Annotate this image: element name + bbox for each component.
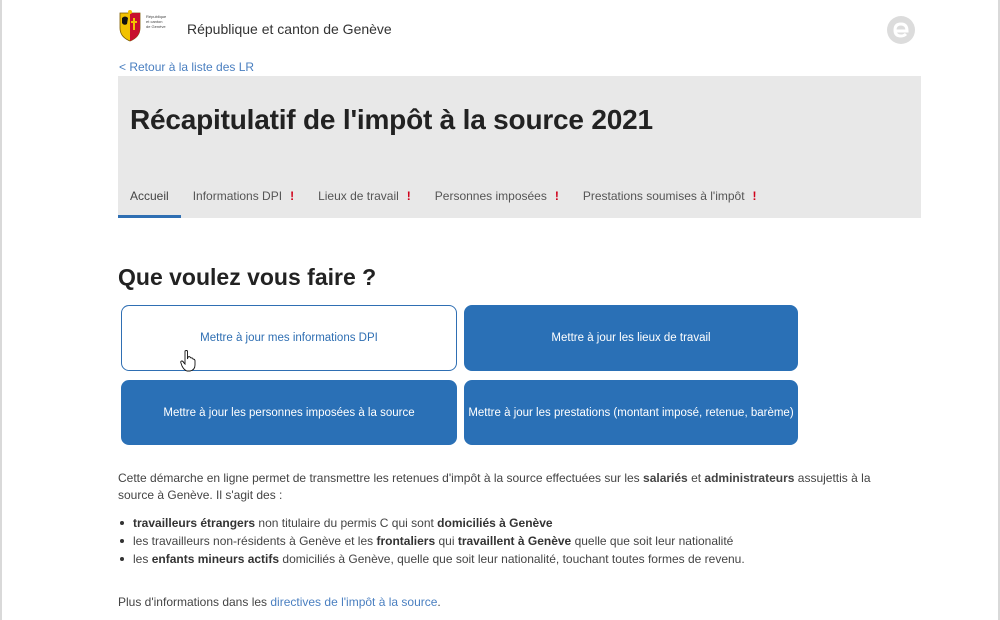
tab-informations-dpi[interactable]: Informations DPI! bbox=[181, 180, 306, 218]
geneva-crest-icon[interactable] bbox=[118, 10, 142, 42]
site-header: République et canton de Genève Républiqu… bbox=[118, 8, 923, 56]
warning-icon: ! bbox=[406, 189, 411, 203]
warning-icon: ! bbox=[290, 189, 295, 203]
list-item: les travailleurs non-résidents à Genève … bbox=[118, 532, 908, 550]
tab-label: Prestations soumises à l'impôt bbox=[582, 189, 745, 203]
tab-lieux-de-travail[interactable]: Lieux de travail! bbox=[306, 180, 423, 218]
update-taxed-persons-button[interactable]: Mettre à jour les personnes imposées à l… bbox=[121, 380, 457, 445]
directives-link[interactable]: directives de l'impôt à la source bbox=[270, 595, 437, 609]
tab-personnes-imposees[interactable]: Personnes imposées! bbox=[423, 180, 571, 218]
tab-label: Personnes imposées bbox=[434, 189, 547, 203]
tab-accueil[interactable]: Accueil bbox=[118, 180, 181, 218]
list-item: travailleurs étrangers non titulaire du … bbox=[118, 514, 908, 532]
page-banner: Récapitulatif de l'impôt à la source 202… bbox=[118, 76, 921, 218]
hand-cursor-icon bbox=[180, 350, 196, 372]
back-to-list-link[interactable]: < Retour à la liste des LR bbox=[119, 60, 254, 74]
list-item: les enfants mineurs actifs domiciliés à … bbox=[118, 550, 908, 568]
update-benefits-button[interactable]: Mettre à jour les prestations (montant i… bbox=[464, 380, 798, 445]
update-dpi-button[interactable]: Mettre à jour mes informations DPI bbox=[121, 305, 457, 371]
update-workplaces-button[interactable]: Mettre à jour les lieux de travail bbox=[464, 305, 798, 371]
window-left-edge bbox=[0, 0, 2, 620]
tab-label: Lieux de travail bbox=[318, 189, 399, 203]
page-title: Récapitulatif de l'impôt à la source 202… bbox=[130, 104, 653, 135]
tab-label: Informations DPI bbox=[192, 189, 283, 203]
warning-icon: ! bbox=[554, 189, 559, 203]
site-name[interactable]: République et canton de Genève bbox=[187, 21, 392, 37]
warning-icon: ! bbox=[752, 189, 757, 203]
tab-bar: Accueil Informations DPI! Lieux de trava… bbox=[118, 180, 769, 218]
more-info-text: Plus d'informations dans les directives … bbox=[118, 595, 441, 609]
tab-prestations[interactable]: Prestations soumises à l'impôt! bbox=[571, 180, 769, 218]
crest-caption: République et canton de Genève bbox=[146, 14, 167, 29]
taxpayer-list: travailleurs étrangers non titulaire du … bbox=[118, 514, 908, 568]
e-logo-icon[interactable] bbox=[885, 14, 917, 46]
tab-label: Accueil bbox=[130, 189, 169, 203]
intro-paragraph: Cette démarche en ligne permet de transm… bbox=[118, 471, 871, 502]
section-title: Que voulez vous faire ? bbox=[118, 264, 377, 290]
